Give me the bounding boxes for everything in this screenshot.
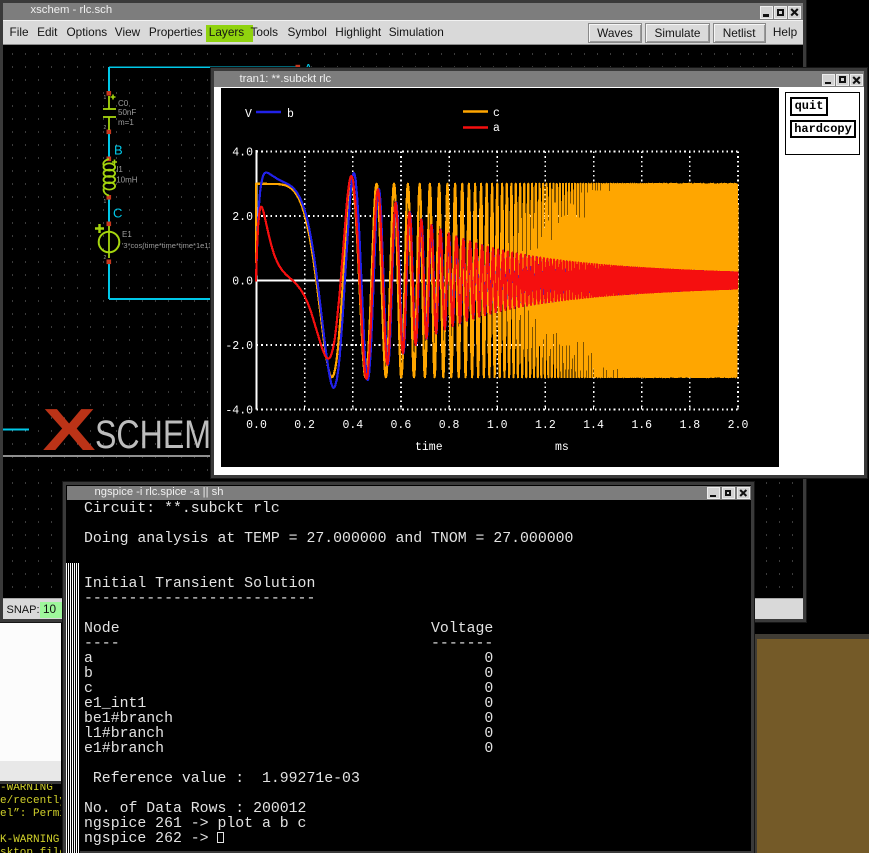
svg-text:c: c	[493, 107, 500, 120]
svg-text:-2.0: -2.0	[225, 340, 253, 353]
svg-text:1: 1	[104, 95, 107, 101]
svg-text:10mH: 10mH	[116, 176, 138, 185]
svg-text:1: 1	[104, 199, 107, 205]
svg-text:m=1: m=1	[118, 118, 134, 127]
svg-text:0.2: 0.2	[294, 419, 315, 432]
svg-text:I1: I1	[116, 165, 123, 174]
svg-text:time: time	[415, 441, 443, 454]
svg-text:1.4: 1.4	[583, 419, 604, 432]
svg-text:-4.0: -4.0	[225, 405, 253, 418]
svg-text:4.0: 4.0	[232, 147, 253, 160]
svg-text:'3*cos(time*time*time*1e11): '3*cos(time*time*time*1e11)	[122, 241, 215, 250]
svg-text:C: C	[113, 206, 122, 221]
svg-text:0.0: 0.0	[232, 276, 253, 289]
svg-text:2.0: 2.0	[728, 419, 749, 432]
svg-text:ms: ms	[555, 441, 569, 454]
svg-text:1.6: 1.6	[631, 419, 652, 432]
svg-text:E1: E1	[122, 230, 132, 239]
svg-text:1.8: 1.8	[679, 419, 700, 432]
svg-text:X: X	[43, 397, 96, 463]
svg-text:1.0: 1.0	[487, 419, 508, 432]
svg-text:b: b	[287, 108, 294, 121]
svg-text:0.0: 0.0	[246, 419, 267, 432]
svg-text:0.8: 0.8	[439, 419, 460, 432]
svg-text:2: 2	[104, 125, 107, 131]
svg-text:50nF: 50nF	[118, 108, 136, 117]
svg-text:1.2: 1.2	[535, 419, 556, 432]
svg-text:a: a	[493, 122, 500, 135]
svg-text:2: 2	[104, 255, 107, 261]
svg-text:SCHEM: SCHEM	[95, 413, 211, 457]
svg-text:2.0: 2.0	[232, 211, 253, 224]
svg-text:0.6: 0.6	[391, 419, 412, 432]
svg-text:B: B	[114, 143, 123, 158]
svg-text:C0: C0	[118, 99, 129, 108]
svg-text:V: V	[245, 108, 252, 121]
svg-text:0.4: 0.4	[342, 419, 363, 432]
